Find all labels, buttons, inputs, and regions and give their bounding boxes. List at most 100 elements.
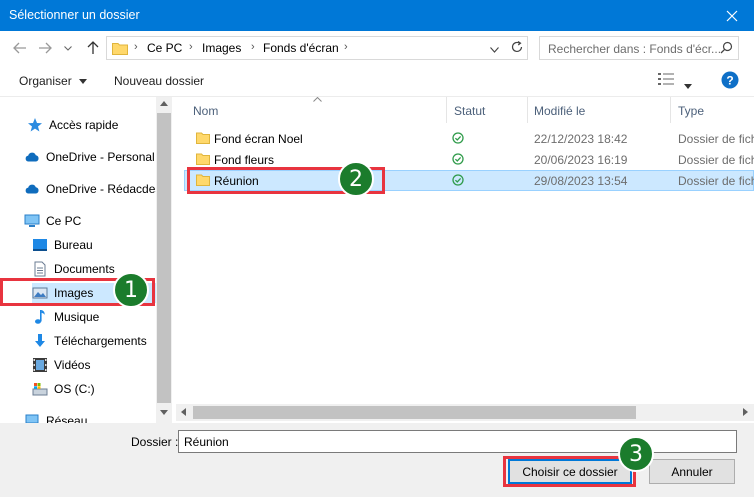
sync-ok-icon: [452, 132, 464, 144]
arrow-up-icon: [87, 41, 99, 54]
window-title: Sélectionner un dossier: [9, 8, 140, 22]
step-badge-2: 2: [338, 161, 374, 197]
folder-field-label: Dossier :: [131, 435, 179, 449]
up-button[interactable]: [84, 39, 102, 57]
sidebar-item-label: Ce PC: [46, 214, 82, 228]
address-dropdown-button[interactable]: [490, 42, 499, 56]
sidebar-scrollbar[interactable]: [156, 97, 172, 423]
close-button[interactable]: [710, 0, 754, 31]
file-list-scrollbar-thumb[interactable]: [193, 406, 636, 419]
chevron-down-icon: [490, 47, 499, 53]
sidebar-item-ce-pc[interactable]: Ce PC: [24, 211, 172, 231]
sidebar-item-label: Réseau: [46, 414, 88, 423]
svg-text:?: ?: [726, 74, 733, 88]
breadcrumb-fonds-ecran[interactable]: Fonds d'écran: [263, 41, 339, 55]
organize-button[interactable]: Organiser: [19, 74, 88, 88]
title-bar: Sélectionner un dossier: [0, 0, 754, 31]
cancel-button[interactable]: Annuler: [649, 459, 735, 484]
chevron-right-icon: ›: [189, 41, 193, 53]
sidebar-item-telechargements[interactable]: Téléchargements: [32, 331, 172, 351]
sidebar-item-onedrive-redacdes[interactable]: OneDrive - Rédacdes: [24, 179, 172, 199]
drive-icon: [32, 383, 48, 396]
file-modified: 20/06/2023 16:19: [534, 153, 628, 167]
file-name: Fond écran Noel: [214, 132, 303, 146]
breadcrumb-images[interactable]: Images: [202, 41, 241, 55]
sidebar-item-acces-rapide[interactable]: Accès rapide: [27, 115, 172, 135]
sidebar-item-videos[interactable]: Vidéos: [32, 355, 172, 375]
star-icon: [28, 118, 42, 132]
column-header-modified[interactable]: Modifié le: [528, 97, 670, 123]
sidebar-item-label: Musique: [54, 310, 100, 324]
cloud-icon: [25, 152, 39, 162]
scroll-right-icon: [743, 408, 748, 416]
table-row[interactable]: Fond écran Noel 22/12/2023 18:42 Dossier…: [184, 128, 754, 149]
file-type: Dossier de fichiers: [678, 132, 754, 146]
sidebar-item-images[interactable]: Images: [32, 283, 172, 303]
refresh-button[interactable]: [510, 40, 524, 57]
file-list-scrollbar[interactable]: [176, 404, 754, 421]
sidebar-item-os-c[interactable]: OS (C:): [32, 379, 172, 399]
table-row[interactable]: Fond fleurs 20/06/2023 16:19 Dossier de …: [184, 149, 754, 170]
column-header-label: Type: [678, 104, 705, 118]
music-icon: [35, 310, 45, 324]
refresh-icon: [511, 41, 523, 53]
column-header-type[interactable]: Type: [671, 97, 754, 123]
sidebar-item-onedrive-personal[interactable]: OneDrive - Personal: [24, 147, 172, 167]
view-dropdown-button[interactable]: [684, 78, 692, 92]
table-row[interactable]: Réunion 29/08/2023 13:54 Dossier de fich…: [184, 170, 754, 191]
documents-icon: [34, 261, 46, 277]
scroll-left-icon: [181, 408, 186, 416]
search-icon: [720, 41, 733, 54]
sync-ok-icon: [452, 153, 464, 165]
chevron-right-icon: ›: [134, 41, 138, 53]
file-list: Nom Statut Modifié le Type Fond écran No…: [176, 97, 754, 423]
sidebar-item-musique[interactable]: Musique: [32, 307, 172, 327]
chevron-right-icon: ›: [344, 41, 348, 53]
search-input[interactable]: Rechercher dans : Fonds d'écr...: [539, 36, 739, 60]
sidebar-scrollbar-thumb[interactable]: [157, 113, 171, 403]
file-modified: 22/12/2023 18:42: [534, 132, 628, 146]
step-badge-1: 1: [113, 272, 149, 308]
computer-icon: [24, 214, 40, 227]
scroll-down-icon: [160, 410, 168, 415]
desktop-icon: [33, 239, 47, 251]
file-name: Fond fleurs: [214, 153, 275, 167]
folder-icon: [196, 153, 210, 165]
view-options-button[interactable]: [657, 72, 675, 89]
navigation-bar: › Ce PC › Images › Fonds d'écran › Reche…: [0, 31, 754, 64]
help-button[interactable]: ?: [721, 71, 739, 92]
sidebar-item-label: Bureau: [54, 238, 93, 252]
forward-button[interactable]: [36, 39, 54, 57]
sidebar-item-label: OS (C:): [54, 382, 95, 396]
caret-down-icon: [79, 79, 88, 85]
file-type: Dossier de fichiers: [678, 153, 754, 167]
sync-ok-icon: [452, 174, 464, 186]
new-folder-button[interactable]: Nouveau dossier: [114, 74, 204, 88]
command-bar: Organiser Nouveau dossier ?: [0, 64, 754, 97]
sidebar-item-documents[interactable]: Documents: [32, 259, 172, 279]
pictures-icon: [32, 287, 48, 299]
video-icon: [33, 358, 47, 372]
choose-folder-button[interactable]: Choisir ce dossier: [508, 459, 632, 484]
column-header-label: Statut: [454, 104, 486, 118]
arrow-left-icon: [13, 42, 26, 54]
column-header-name[interactable]: Nom: [176, 97, 446, 123]
folder-name-value: Réunion: [184, 435, 229, 449]
download-icon: [35, 334, 45, 347]
sidebar-item-label: Vidéos: [54, 358, 91, 372]
column-header-status[interactable]: Statut: [447, 97, 527, 123]
navigation-pane: Accès rapide OneDrive - Personal OneDriv…: [0, 97, 172, 423]
sidebar-item-bureau[interactable]: Bureau: [32, 235, 172, 255]
recent-locations-button[interactable]: [63, 39, 73, 57]
folder-icon: [196, 132, 210, 144]
sidebar-item-reseau[interactable]: Réseau: [24, 411, 172, 423]
sidebar-item-label: Accès rapide: [49, 118, 119, 132]
folder-icon: [196, 174, 210, 186]
network-icon: [25, 414, 39, 423]
back-button[interactable]: [11, 39, 29, 57]
address-bar[interactable]: › Ce PC › Images › Fonds d'écran ›: [106, 36, 528, 60]
search-placeholder: Rechercher dans : Fonds d'écr...: [548, 42, 722, 56]
sidebar-item-label: Téléchargements: [54, 334, 147, 348]
breadcrumb-ce-pc[interactable]: Ce PC: [147, 41, 182, 55]
sidebar-item-label: Documents: [54, 262, 115, 276]
